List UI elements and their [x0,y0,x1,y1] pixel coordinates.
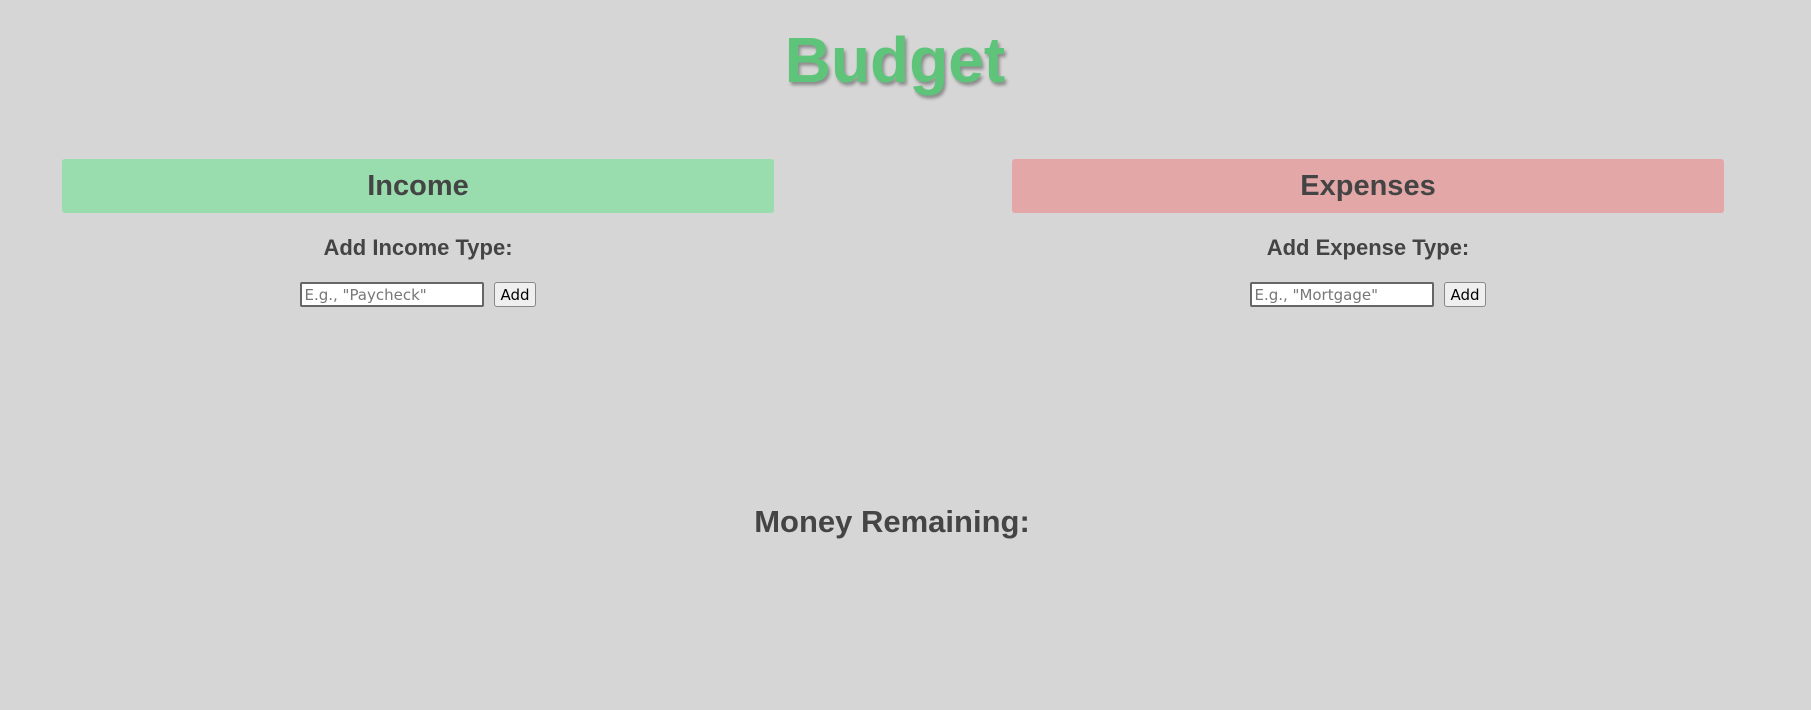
add-income-button[interactable]: Add [494,282,536,307]
add-income-type-label: Add Income Type: [323,235,513,260]
expense-type-input[interactable] [1250,282,1435,307]
expenses-header: Expenses [1012,159,1724,213]
page-title: Budget [784,24,1006,96]
money-remaining-label: Money Remaining: [754,504,1030,539]
add-expense-row: Add [1012,282,1724,307]
add-expense-type-label: Add Expense Type: [1266,235,1470,260]
add-income-row: Add [62,282,774,307]
income-type-input[interactable] [300,282,485,307]
income-header: Income [62,159,774,213]
income-heading: Income [367,169,469,202]
expenses-heading: Expenses [1300,169,1436,202]
income-panel: Income Add Income Type: Add [62,159,774,307]
expenses-panel: Expenses Add Expense Type: Add [1012,159,1724,307]
add-expense-button[interactable]: Add [1444,282,1486,307]
